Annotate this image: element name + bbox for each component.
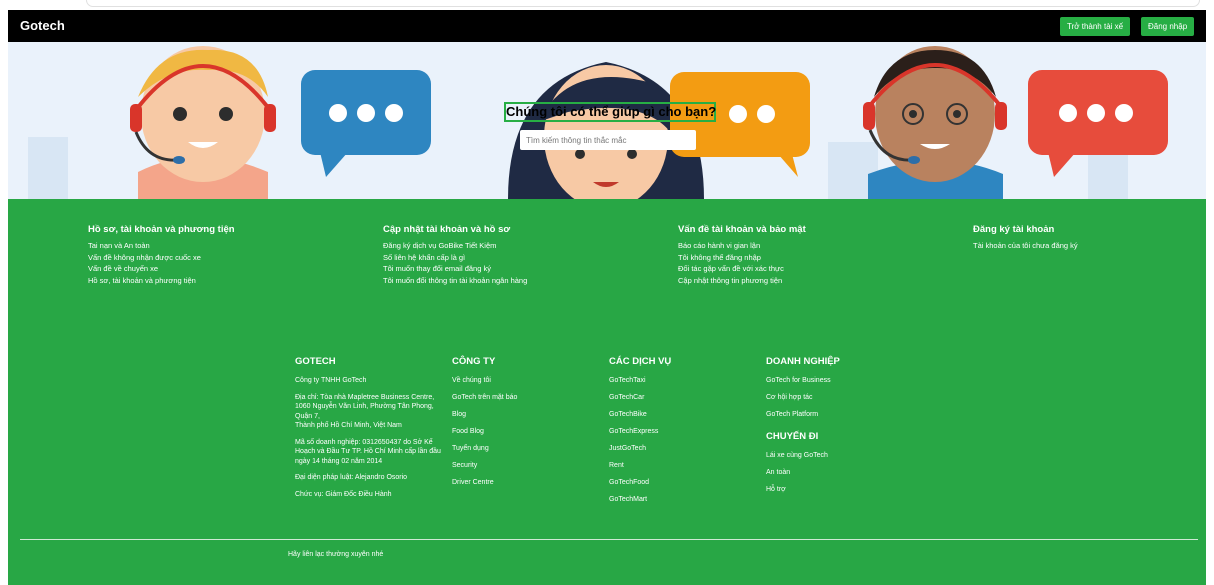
company-info: Công ty TNHH GoTech [295, 377, 367, 384]
legal-representative: Đại diện pháp luật: Alejandro Osorio [295, 474, 408, 481]
topic-account-security: Vấn đề tài khoản và bảo mật Báo cáo hành… [678, 224, 848, 288]
topic-link[interactable]: Vấn đề không nhận được cuốc xe [88, 253, 258, 263]
topic-link[interactable]: Vấn đề về chuyến xe [88, 264, 258, 274]
footer-link[interactable]: GoTechBike [609, 410, 759, 419]
footer-link[interactable]: GoTech trên mặt báo [452, 393, 602, 402]
footer-link[interactable]: GoTechTaxi [609, 376, 759, 385]
footer-col-title: DOANH NGHIỆP [766, 356, 840, 367]
topic-title: Hồ sơ, tài khoản và phương tiện [88, 224, 235, 235]
footer-link[interactable]: GoTechCar [609, 393, 759, 402]
hero-title: Chúng tôi có thể giúp gì cho bạn? [504, 102, 716, 122]
login-button[interactable]: Đăng nhập [1141, 17, 1195, 36]
footer-link[interactable]: An toàn [766, 468, 916, 477]
topic-link[interactable]: Tôi muốn thay đổi email đăng ký [383, 264, 553, 274]
footer-col-title: CHUYẾN ĐI [766, 431, 819, 442]
footer-link[interactable]: Driver Centre [452, 478, 602, 487]
topic-link[interactable]: Số liên hệ khẩn cấp là gì [383, 253, 553, 263]
footer-link[interactable]: Rent [609, 461, 759, 470]
topic-link[interactable]: Tôi không thể đăng nhập [678, 253, 848, 263]
topic-account-registration: Đăng ký tài khoản Tài khoản của tôi chưa… [973, 224, 1143, 254]
topic-link[interactable]: Cập nhật thông tin phương tiện [678, 276, 848, 286]
help-search-input[interactable] [520, 130, 696, 150]
footer-col-title: CÁC DỊCH VỤ [609, 356, 672, 367]
company-registration: Mã số doanh nghiệp: 0312650437 do Sở Kế … [295, 438, 441, 465]
footer-link[interactable]: Cơ hội hợp tác [766, 393, 916, 402]
topic-title: Cập nhật tài khoản và hồ sơ [383, 224, 511, 235]
footer-link[interactable]: GoTech Platform [766, 410, 916, 419]
topic-link[interactable]: Đối tác gặp vấn đề với xác thực [678, 264, 848, 274]
footer-note: Hãy liên lạc thường xuyên nhé [288, 551, 384, 558]
footer-link[interactable]: JustGoTech [609, 444, 759, 453]
become-driver-button[interactable]: Trở thành tài xế [1060, 17, 1131, 36]
footer-link[interactable]: Hỗ trợ [766, 485, 916, 494]
company-city: Thành phố Hồ Chí Minh, Việt Nam [295, 422, 402, 429]
topic-link[interactable]: Hồ sơ, tài khoản và phương tiện [88, 276, 258, 286]
topic-title: Vấn đề tài khoản và bảo mật [678, 224, 806, 235]
position: Chức vụ: Giám Đốc Điều Hành [295, 490, 392, 498]
topic-link[interactable]: Đăng ký dịch vụ GoBike Tiết Kiệm [383, 241, 553, 251]
footer-link[interactable]: GoTechMart [609, 495, 759, 504]
footer-link[interactable]: GoTechExpress [609, 427, 759, 436]
footer-col-gotech: GOTECH Công ty TNHH GoTech Địa chỉ: Tòa … [295, 356, 445, 506]
footer-col-services: CÁC DỊCH VỤ GoTechTaxi GoTechCar GoTechB… [609, 356, 759, 512]
footer-link[interactable]: GoTechFood [609, 478, 759, 487]
footer-link[interactable]: Blog [452, 410, 602, 419]
topic-link[interactable]: Tôi muốn đổi thông tin tài khoản ngân hà… [383, 276, 533, 286]
company-address: Địa chỉ: Tòa nhà Mapletree Business Cent… [295, 393, 435, 420]
topic-link[interactable]: Tai nạn và An toàn [88, 241, 258, 251]
topic-update-account: Cập nhật tài khoản và hồ sơ Đăng ký dịch… [383, 224, 553, 288]
footer-link[interactable]: Security [452, 461, 602, 470]
footer-link[interactable]: Tuyển dụng [452, 444, 602, 453]
footer-link[interactable]: Về chúng tôi [452, 376, 602, 385]
topic-link[interactable]: Báo cáo hành vi gian lận [678, 241, 848, 251]
footer-link[interactable]: Food Blog [452, 427, 602, 436]
footer-divider [20, 539, 1198, 540]
topic-link[interactable]: Tài khoản của tôi chưa đăng ký [973, 241, 1143, 251]
browser-top-strip [0, 0, 1214, 10]
footer-col-business: DOANH NGHIỆP GoTech for Business Cơ hội … [766, 356, 916, 502]
footer-col-title: CÔNG TY [452, 356, 496, 367]
hero-banner: Chúng tôi có thể giúp gì cho bạn? [8, 42, 1206, 199]
footer-col-company: CÔNG TY Về chúng tôi GoTech trên mặt báo… [452, 356, 602, 495]
footer-link[interactable]: GoTech for Business [766, 376, 916, 385]
help-footer-section: Hồ sơ, tài khoản và phương tiện Tai nạn … [8, 199, 1206, 585]
navbar: Gotech Trở thành tài xế Đăng nhập [8, 10, 1206, 42]
topic-title: Đăng ký tài khoản [973, 224, 1055, 235]
brand-logo[interactable]: Gotech [20, 18, 65, 33]
footer-link[interactable]: Lái xe cùng GoTech [766, 451, 916, 460]
topic-profile-account-vehicle: Hồ sơ, tài khoản và phương tiện Tai nạn … [88, 224, 258, 288]
footer-col-title: GOTECH [295, 356, 336, 367]
